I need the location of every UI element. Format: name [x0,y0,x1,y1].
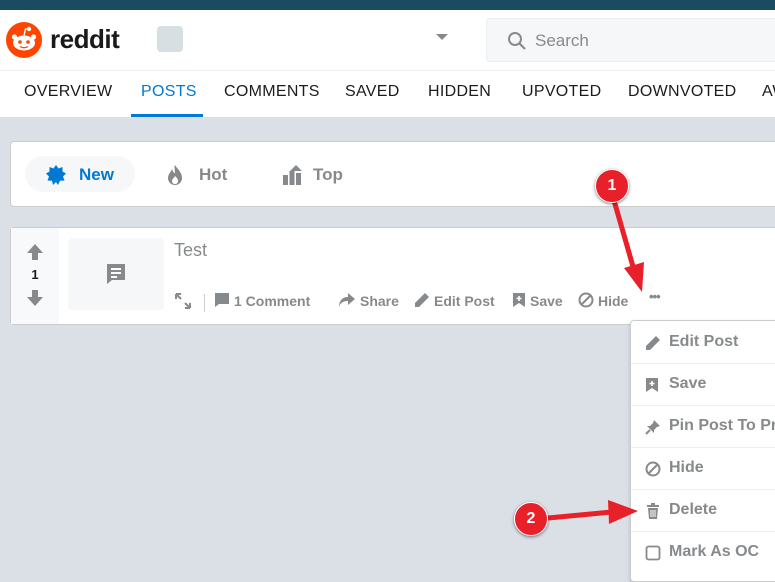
search-placeholder: Search [535,31,589,50]
tab-comments[interactable]: COMMENTS [224,83,320,101]
active-tab-indicator [131,114,203,117]
post-card[interactable]: 1 Test 1 Comment Share Edit Post Save Hi… [10,227,775,325]
hide-button[interactable]: Hide [578,292,628,309]
bookmark-icon [513,293,525,307]
menu-item-mark-as-oc[interactable]: Mark As OC [631,531,775,573]
more-options-button[interactable]: ••• [649,289,661,304]
tab-upvoted[interactable]: UPVOTED [522,83,601,101]
menu-item-label: Mark As OC [669,543,760,560]
save-label: Save [530,293,563,309]
new-icon [46,165,66,185]
share-icon [339,293,355,307]
header: reddit Search [0,10,775,70]
profile-tabs: OVERVIEW POSTS COMMENTS SAVED HIDDEN UPV… [0,70,775,117]
menu-item-label: Save [669,375,707,392]
search-input[interactable]: Search [486,18,775,62]
menu-item-label: Hide [669,459,704,476]
share-label: Share [360,293,399,309]
sort-top-label: Top [313,165,343,184]
menu-item-label: Delete [669,501,718,518]
menu-item-edit-post[interactable]: Edit Post [631,321,775,364]
reddit-wordmark[interactable]: reddit [50,24,120,55]
tab-posts[interactable]: POSTS [141,83,197,101]
sort-new-label: New [79,165,114,184]
browser-top-strip [0,0,775,10]
menu-item-hide[interactable]: Hide [631,447,775,490]
menu-item-label: Pin Post To Profile [669,417,775,434]
reddit-logo-icon[interactable] [6,22,42,58]
downvote-icon[interactable] [25,288,45,308]
annotation-step-1: 1 [595,169,629,203]
tab-overview[interactable]: OVERVIEW [24,83,112,101]
tab-awards[interactable]: AW [762,83,775,101]
save-button[interactable]: Save [512,292,563,309]
post-score: 1 [31,267,39,282]
share-button[interactable]: Share [338,292,399,309]
menu-item-save[interactable]: Save [631,363,775,406]
menu-item-label: Edit Post [669,333,739,350]
tab-saved[interactable]: SAVED [345,83,400,101]
tab-hidden[interactable]: HIDDEN [428,83,491,101]
text-post-icon [107,264,125,284]
edit-post-label: Edit Post [434,293,495,309]
sort-hot-label: Hot [199,165,228,184]
pencil-icon [646,336,660,350]
hide-icon [578,292,594,308]
menu-item-delete[interactable]: Delete [631,489,775,532]
tab-downvoted[interactable]: DOWNVOTED [628,83,736,101]
vote-column: 1 [11,228,59,324]
comments-button[interactable]: 1 Comment [214,292,310,309]
hide-icon [645,461,661,477]
top-icon [283,165,302,185]
comments-label: 1 Comment [234,293,311,309]
search-icon [508,32,526,50]
hide-label: Hide [598,293,629,309]
flame-icon [168,165,182,185]
upvote-icon[interactable] [25,242,45,262]
chevron-down-icon[interactable] [436,34,448,40]
post-thumbnail[interactable] [68,238,164,310]
edit-post-button[interactable]: Edit Post [414,292,495,309]
sort-new-button[interactable]: New [25,156,135,192]
sort-bar: New Hot Top [10,141,775,207]
post-title[interactable]: Test [174,240,207,261]
comment-icon [215,293,229,307]
annotation-step-2: 2 [514,502,548,536]
menu-item-pin-post[interactable]: Pin Post To Profile [631,405,775,448]
checkbox-icon [645,545,661,561]
bookmark-icon [646,378,658,392]
pin-icon [645,420,660,435]
post-options-menu: Edit Post Save Pin Post To Profile Hide … [630,320,775,582]
pencil-icon [415,293,429,307]
trash-icon [647,503,659,519]
user-avatar-icon[interactable] [157,26,183,52]
divider [204,294,205,312]
expand-icon[interactable] [174,292,196,311]
